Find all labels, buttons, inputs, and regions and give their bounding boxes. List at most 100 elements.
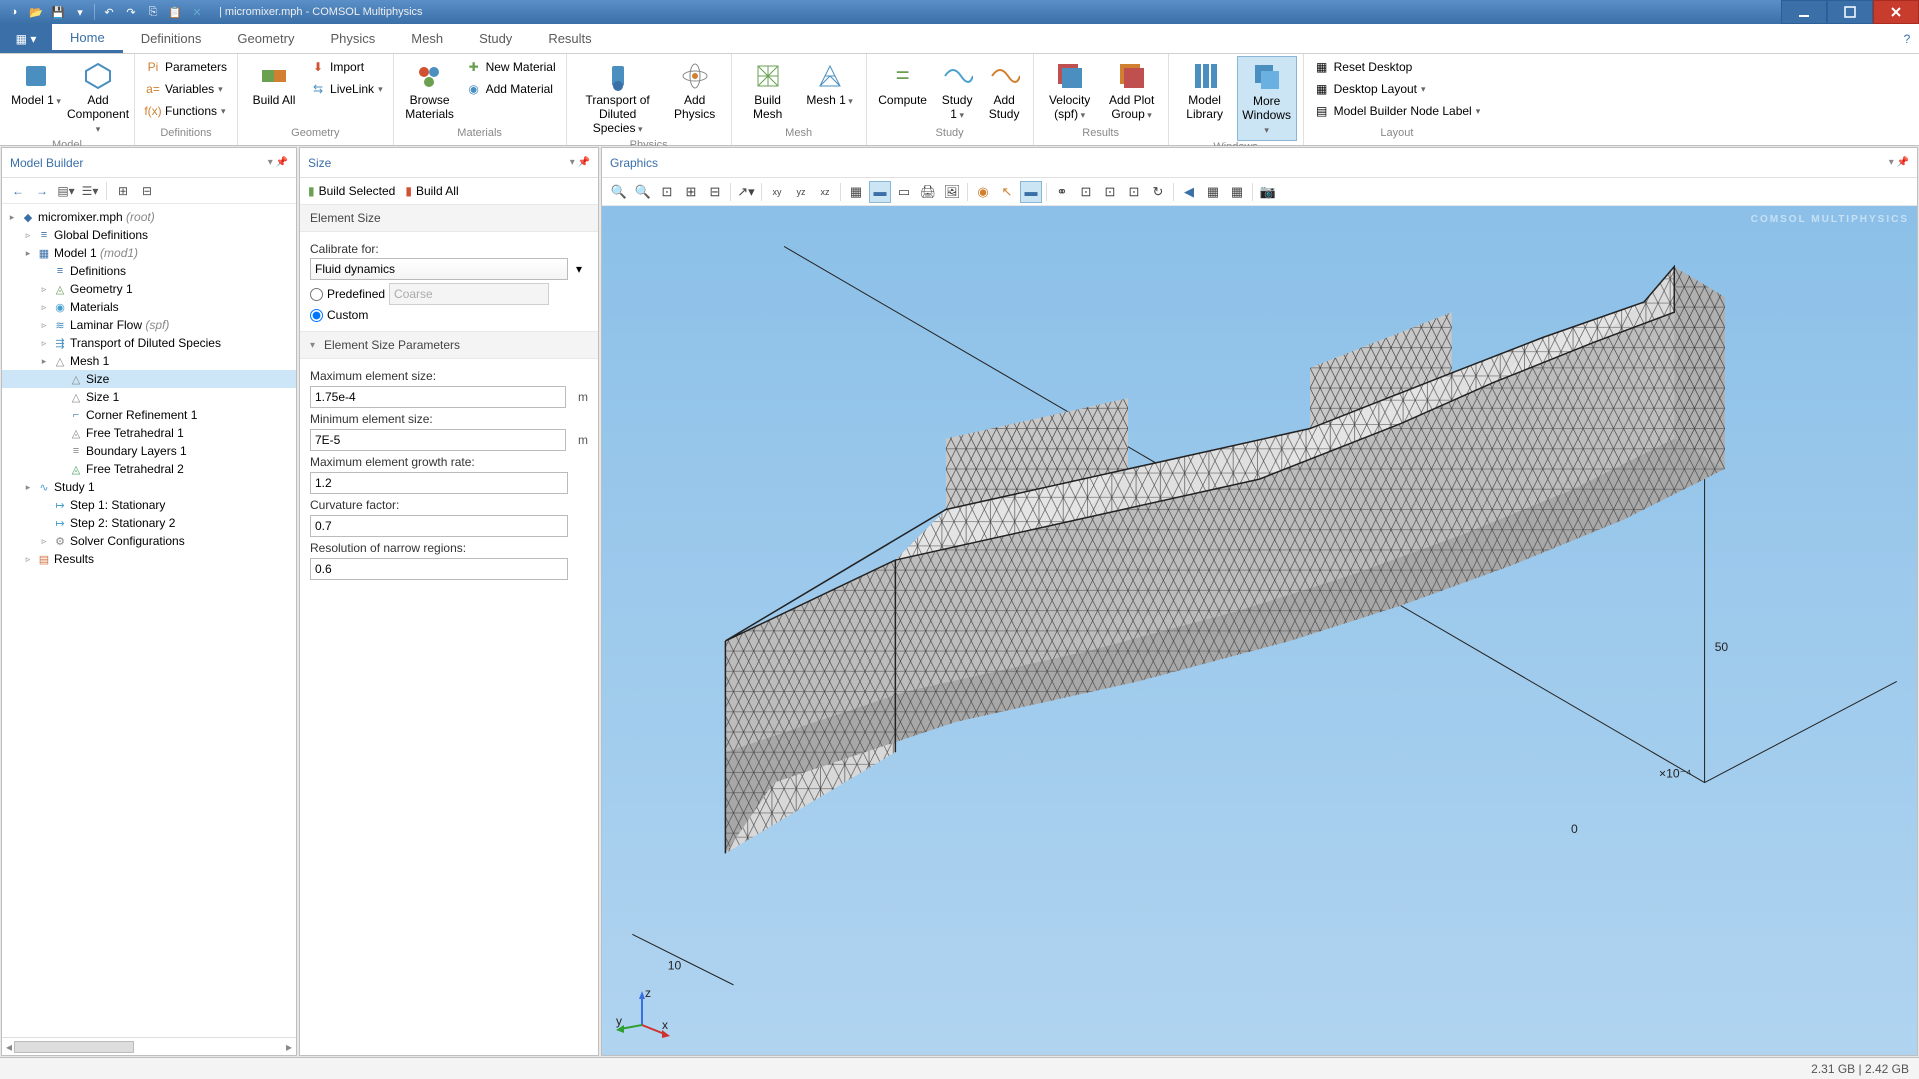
transparency-icon[interactable]: ▬ [869,181,891,203]
minimize-button[interactable] [1781,0,1827,24]
export-image-icon[interactable]: ▦ [1202,181,1224,203]
xz-icon[interactable]: xz [814,181,836,203]
add-component-button[interactable]: Add Component [68,56,128,139]
undo-icon[interactable]: ↶ [99,2,119,22]
zoom-extents-icon[interactable]: ⊞ [680,181,702,203]
view-2-icon[interactable]: ⊡ [1099,181,1121,203]
tree-item[interactable]: △Size 1 [2,388,296,406]
tab-definitions[interactable]: Definitions [123,24,220,53]
snapshot-icon[interactable]: 📷 [1257,181,1279,203]
wireframe-icon[interactable]: ▭ [893,181,915,203]
reset-desktop-button[interactable]: ▦Reset Desktop [1310,56,1485,78]
zoom-in-icon[interactable]: 🔍 [608,181,630,203]
functions-button[interactable]: f(x)Functions [141,100,231,122]
tree-item[interactable]: ◬Free Tetrahedral 2 [2,460,296,478]
growth-rate-input[interactable] [310,472,568,494]
app-icon[interactable]: ◑ [4,2,24,22]
compute-button[interactable]: =Compute [873,56,933,112]
tree-item[interactable]: ▸∿Study 1 [2,478,296,496]
prev-icon[interactable]: ◀ [1178,181,1200,203]
tab-mesh[interactable]: Mesh [393,24,461,53]
build-all-button[interactable]: Build All [244,56,304,112]
build-all-button[interactable]: ▮Build All [405,184,458,198]
element-size-section[interactable]: Element Size [300,204,598,232]
new-material-button[interactable]: ✚New Material [462,56,560,78]
element-size-params-section[interactable]: ▾Element Size Parameters [300,331,598,359]
file-menu-button[interactable]: ▦ ▾ [0,24,52,53]
tree-item[interactable]: ↦Step 2: Stationary 2 [2,514,296,532]
tree-item[interactable]: ▸△Mesh 1 [2,352,296,370]
tree-item[interactable]: ▸▦Model 1 (mod1) [2,244,296,262]
tree-item[interactable]: ⌐Corner Refinement 1 [2,406,296,424]
yz-icon[interactable]: yz [790,181,812,203]
image-icon[interactable]: 🖼 [941,181,963,203]
tree-item[interactable]: ≡Definitions [2,262,296,280]
horizontal-scrollbar[interactable]: ◂ ▸ [2,1037,296,1055]
link-icon[interactable]: ⚭ [1051,181,1073,203]
zoom-out-icon[interactable]: 🔍 [632,181,654,203]
zoom-box-icon[interactable]: ⊡ [656,181,678,203]
xy-view-icon[interactable]: ↗▾ [735,181,757,203]
panel-controls-icon[interactable]: ▾ 📌 [570,157,590,168]
tree-item[interactable]: ▹≡Global Definitions [2,226,296,244]
zoom-selected-icon[interactable]: ⊟ [704,181,726,203]
add-study-button[interactable]: Add Study [982,56,1027,126]
tree-item[interactable]: ≡Boundary Layers 1 [2,442,296,460]
redo-icon[interactable]: ↷ [121,2,141,22]
min-size-input[interactable] [310,429,566,451]
paste-icon[interactable]: 📋 [165,2,185,22]
tab-study[interactable]: Study [461,24,530,53]
add-physics-button[interactable]: Add Physics [665,56,725,126]
tab-physics[interactable]: Physics [312,24,393,53]
tree-item[interactable]: ↦Step 1: Stationary [2,496,296,514]
back-icon[interactable]: ← [8,181,28,201]
select-icon[interactable]: ↖ [996,181,1018,203]
panel-controls-icon[interactable]: ▾ 📌 [1889,157,1909,168]
tree-item[interactable]: ▹◬Geometry 1 [2,280,296,298]
build-selected-button[interactable]: ▮Build Selected [308,184,395,198]
copy-icon[interactable]: ⎘ [143,2,163,22]
parameters-button[interactable]: PiParameters [141,56,231,78]
tree-item[interactable]: ▸◆micromixer.mph (root) [2,208,296,226]
graphics-canvas[interactable]: COMSOL MULTIPHYSICS 50 0 ×10⁻⁴ 10 [602,206,1917,1055]
close-button[interactable] [1873,0,1919,24]
forward-icon[interactable]: → [32,181,52,201]
tree-item[interactable]: ▹▤Results [2,550,296,568]
more-windows-button[interactable]: More Windows [1237,56,1297,141]
model-library-button[interactable]: Model Library [1175,56,1235,126]
view-1-icon[interactable]: ⊡ [1075,181,1097,203]
expand-icon[interactable]: ⊞ [113,181,133,201]
node-label-button[interactable]: ▤Model Builder Node Label [1310,100,1485,122]
delete-icon[interactable]: ✕ [187,2,207,22]
panel-controls-icon[interactable]: ▾ 📌 [268,157,288,168]
next-icon[interactable]: ▦ [1226,181,1248,203]
model-button[interactable]: Model 1 [6,56,66,112]
transport-physics-button[interactable]: Transport of Diluted Species [573,56,663,139]
print-icon[interactable]: 🖨 [917,181,939,203]
clip-icon[interactable]: ▬ [1020,181,1042,203]
help-icon[interactable]: ? [1895,24,1919,53]
mesh-dropdown-button[interactable]: Mesh 1 [800,56,860,112]
velocity-button[interactable]: Velocity (spf) [1040,56,1100,126]
import-button[interactable]: ⬇Import [306,56,387,78]
variables-button[interactable]: a=Variables [141,78,231,100]
save-icon[interactable]: 💾 [48,2,68,22]
study-dropdown-button[interactable]: Study 1 [935,56,980,126]
add-plot-group-button[interactable]: Add Plot Group [1102,56,1162,126]
default-view-icon[interactable]: ▦ [845,181,867,203]
tree-item[interactable]: ▹⇶Transport of Diluted Species [2,334,296,352]
tab-geometry[interactable]: Geometry [219,24,312,53]
build-mesh-button[interactable]: Build Mesh [738,56,798,126]
add-material-button[interactable]: ◉Add Material [462,78,560,100]
tab-home[interactable]: Home [52,24,123,53]
open-icon[interactable]: 📂 [26,2,46,22]
tree-item[interactable]: △Size [2,370,296,388]
model-tree[interactable]: ▸◆micromixer.mph (root)▹≡Global Definiti… [2,204,296,1037]
show-icon[interactable]: ▤▾ [56,181,76,201]
livelink-button[interactable]: ⇆LiveLink [306,78,387,100]
qat-dropdown-icon[interactable]: ▾ [70,2,90,22]
curvature-input[interactable] [310,515,568,537]
max-size-input[interactable] [310,386,566,408]
refresh-icon[interactable]: ↻ [1147,181,1169,203]
scene-light-icon[interactable]: ◉ [972,181,994,203]
